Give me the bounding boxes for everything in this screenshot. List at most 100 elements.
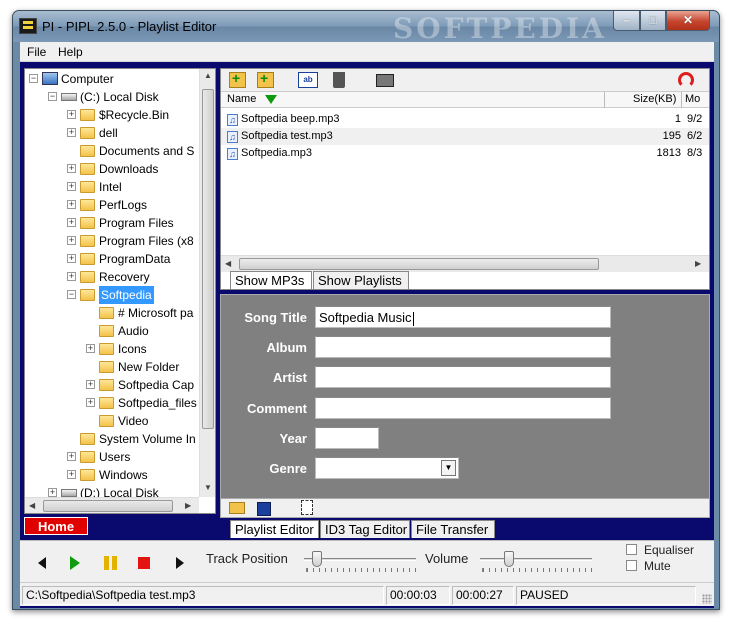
tab-show-mp3s[interactable]: Show MP3s: [230, 271, 312, 289]
stop-icon[interactable]: [138, 557, 150, 569]
scroll-right-icon[interactable]: ▶: [185, 501, 191, 510]
column-size[interactable]: Size(KB): [633, 93, 676, 105]
scroll-right-icon[interactable]: ▶: [695, 259, 701, 268]
expand-icon[interactable]: +: [86, 380, 95, 389]
track-position-thumb[interactable]: [312, 551, 322, 567]
scroll-up-icon[interactable]: ▲: [204, 71, 212, 80]
expand-icon[interactable]: +: [67, 128, 76, 137]
collapse-icon[interactable]: −: [29, 74, 38, 83]
expand-icon[interactable]: +: [67, 200, 76, 209]
collapse-icon[interactable]: −: [67, 290, 76, 299]
equaliser-checkbox[interactable]: [626, 544, 637, 555]
pause-icon[interactable]: [104, 556, 117, 570]
open-folder-icon[interactable]: [229, 502, 245, 514]
print-icon[interactable]: [376, 74, 394, 87]
close-icon: ✕: [682, 13, 694, 27]
tree-node-label[interactable]: Softpedia: [99, 286, 154, 304]
add-file-icon[interactable]: +: [229, 71, 246, 88]
tree-scroll-thumb[interactable]: [202, 89, 214, 429]
expand-icon[interactable]: +: [86, 344, 95, 353]
volume-slider[interactable]: [480, 558, 592, 561]
tree-node-label[interactable]: # Microsoft pa: [118, 304, 193, 322]
tree-node-label[interactable]: Softpedia_files: [118, 394, 197, 412]
expand-icon[interactable]: +: [67, 254, 76, 263]
resize-grip[interactable]: [702, 594, 712, 604]
tree-node-label[interactable]: PerfLogs: [99, 196, 147, 214]
refresh-icon[interactable]: [678, 72, 694, 88]
tree-node-label[interactable]: Program Files: [99, 214, 174, 232]
expand-icon[interactable]: +: [67, 236, 76, 245]
tree-node-label[interactable]: Softpedia Cap: [118, 376, 194, 394]
minimize-button[interactable]: –: [613, 11, 640, 31]
file-row[interactable]: ♫ Softpedia beep.mp3 1 9/2: [221, 111, 709, 128]
play-icon[interactable]: [70, 556, 80, 570]
tree-node-label[interactable]: (C:) Local Disk: [80, 88, 159, 106]
comment-field[interactable]: [315, 397, 611, 419]
list-hscroll-thumb[interactable]: [239, 258, 599, 270]
home-tab[interactable]: Home: [24, 517, 88, 535]
tab-id3-tag-editor[interactable]: ID3 Tag Editor: [320, 520, 410, 538]
menu-file[interactable]: File: [27, 45, 46, 59]
year-field[interactable]: [315, 427, 379, 449]
expand-icon[interactable]: +: [67, 218, 76, 227]
file-row[interactable]: ♫ Softpedia.mp3 1813 8/3: [221, 145, 709, 162]
tree-node-label[interactable]: Documents and S: [99, 142, 194, 160]
expand-icon[interactable]: +: [86, 398, 95, 407]
tree-node-label[interactable]: Recovery: [99, 268, 150, 286]
title-bar[interactable]: PI - PIPL 2.5.0 - Playlist Editor SOFTPE…: [13, 11, 719, 45]
next-icon[interactable]: [176, 557, 184, 569]
tab-file-transfer[interactable]: File Transfer: [411, 520, 495, 538]
album-field[interactable]: [315, 336, 611, 358]
previous-icon[interactable]: [38, 557, 46, 569]
tab-show-playlists[interactable]: Show Playlists: [313, 271, 409, 289]
expand-icon[interactable]: +: [67, 110, 76, 119]
save-icon[interactable]: [257, 502, 271, 516]
tree-node-label[interactable]: Icons: [118, 340, 147, 358]
maximize-button[interactable]: □: [640, 11, 666, 31]
tree-node-label[interactable]: Downloads: [99, 160, 158, 178]
file-row[interactable]: ♫ Softpedia test.mp3 195 6/2: [221, 128, 709, 145]
expand-icon[interactable]: +: [67, 182, 76, 191]
chevron-down-icon[interactable]: ▼: [441, 460, 456, 476]
mute-checkbox[interactable]: [626, 560, 637, 571]
tree-node-label[interactable]: Audio: [118, 322, 149, 340]
scroll-down-icon[interactable]: ▼: [204, 483, 212, 492]
tree-node-label[interactable]: Intel: [99, 178, 122, 196]
scroll-left-icon[interactable]: ◀: [225, 259, 231, 268]
expand-icon[interactable]: +: [67, 272, 76, 281]
delete-icon[interactable]: [333, 72, 345, 88]
tree-node-label[interactable]: Program Files (x8: [99, 232, 194, 250]
scroll-left-icon[interactable]: ◀: [29, 501, 35, 510]
tree-node-label[interactable]: New Folder: [118, 358, 179, 376]
tree-node-label[interactable]: dell: [99, 124, 118, 142]
add-folder-icon[interactable]: +: [257, 71, 274, 88]
tree-vertical-scrollbar[interactable]: ▲ ▼: [199, 69, 215, 497]
rename-icon[interactable]: ab: [298, 72, 318, 88]
tree-horizontal-scrollbar[interactable]: ◀ ▶: [25, 497, 199, 513]
volume-thumb[interactable]: [504, 551, 514, 567]
list-horizontal-scrollbar[interactable]: ◀ ▶: [221, 255, 709, 272]
expand-icon[interactable]: +: [48, 488, 57, 497]
expand-icon[interactable]: +: [67, 164, 76, 173]
tree-node-label[interactable]: Windows: [99, 466, 148, 484]
song-title-field[interactable]: Softpedia Music: [315, 306, 611, 328]
new-document-icon[interactable]: [301, 500, 313, 515]
tree-hscroll-thumb[interactable]: [43, 500, 173, 512]
expand-icon[interactable]: +: [67, 452, 76, 461]
tree-node-label[interactable]: ProgramData: [99, 250, 170, 268]
column-name[interactable]: Name: [227, 93, 256, 105]
tab-playlist-editor[interactable]: Playlist Editor: [230, 520, 319, 538]
tree-node-label[interactable]: $Recycle.Bin: [99, 106, 169, 124]
tree-node-label[interactable]: Video: [118, 412, 148, 430]
column-modified[interactable]: Mo: [685, 93, 700, 105]
expand-icon[interactable]: +: [67, 470, 76, 479]
close-button[interactable]: ✕: [666, 11, 710, 31]
tree-node-label[interactable]: System Volume In: [99, 430, 196, 448]
tree-node-label[interactable]: Users: [99, 448, 130, 466]
tree-node-label[interactable]: Computer: [61, 70, 114, 88]
folder-tree[interactable]: − Computer − (C:) Local Disk + $Recycle.Bin + d…: [24, 68, 216, 514]
genre-select[interactable]: ▼: [315, 457, 459, 479]
artist-field[interactable]: [315, 366, 611, 388]
menu-help[interactable]: Help: [58, 45, 83, 59]
collapse-icon[interactable]: −: [48, 92, 57, 101]
